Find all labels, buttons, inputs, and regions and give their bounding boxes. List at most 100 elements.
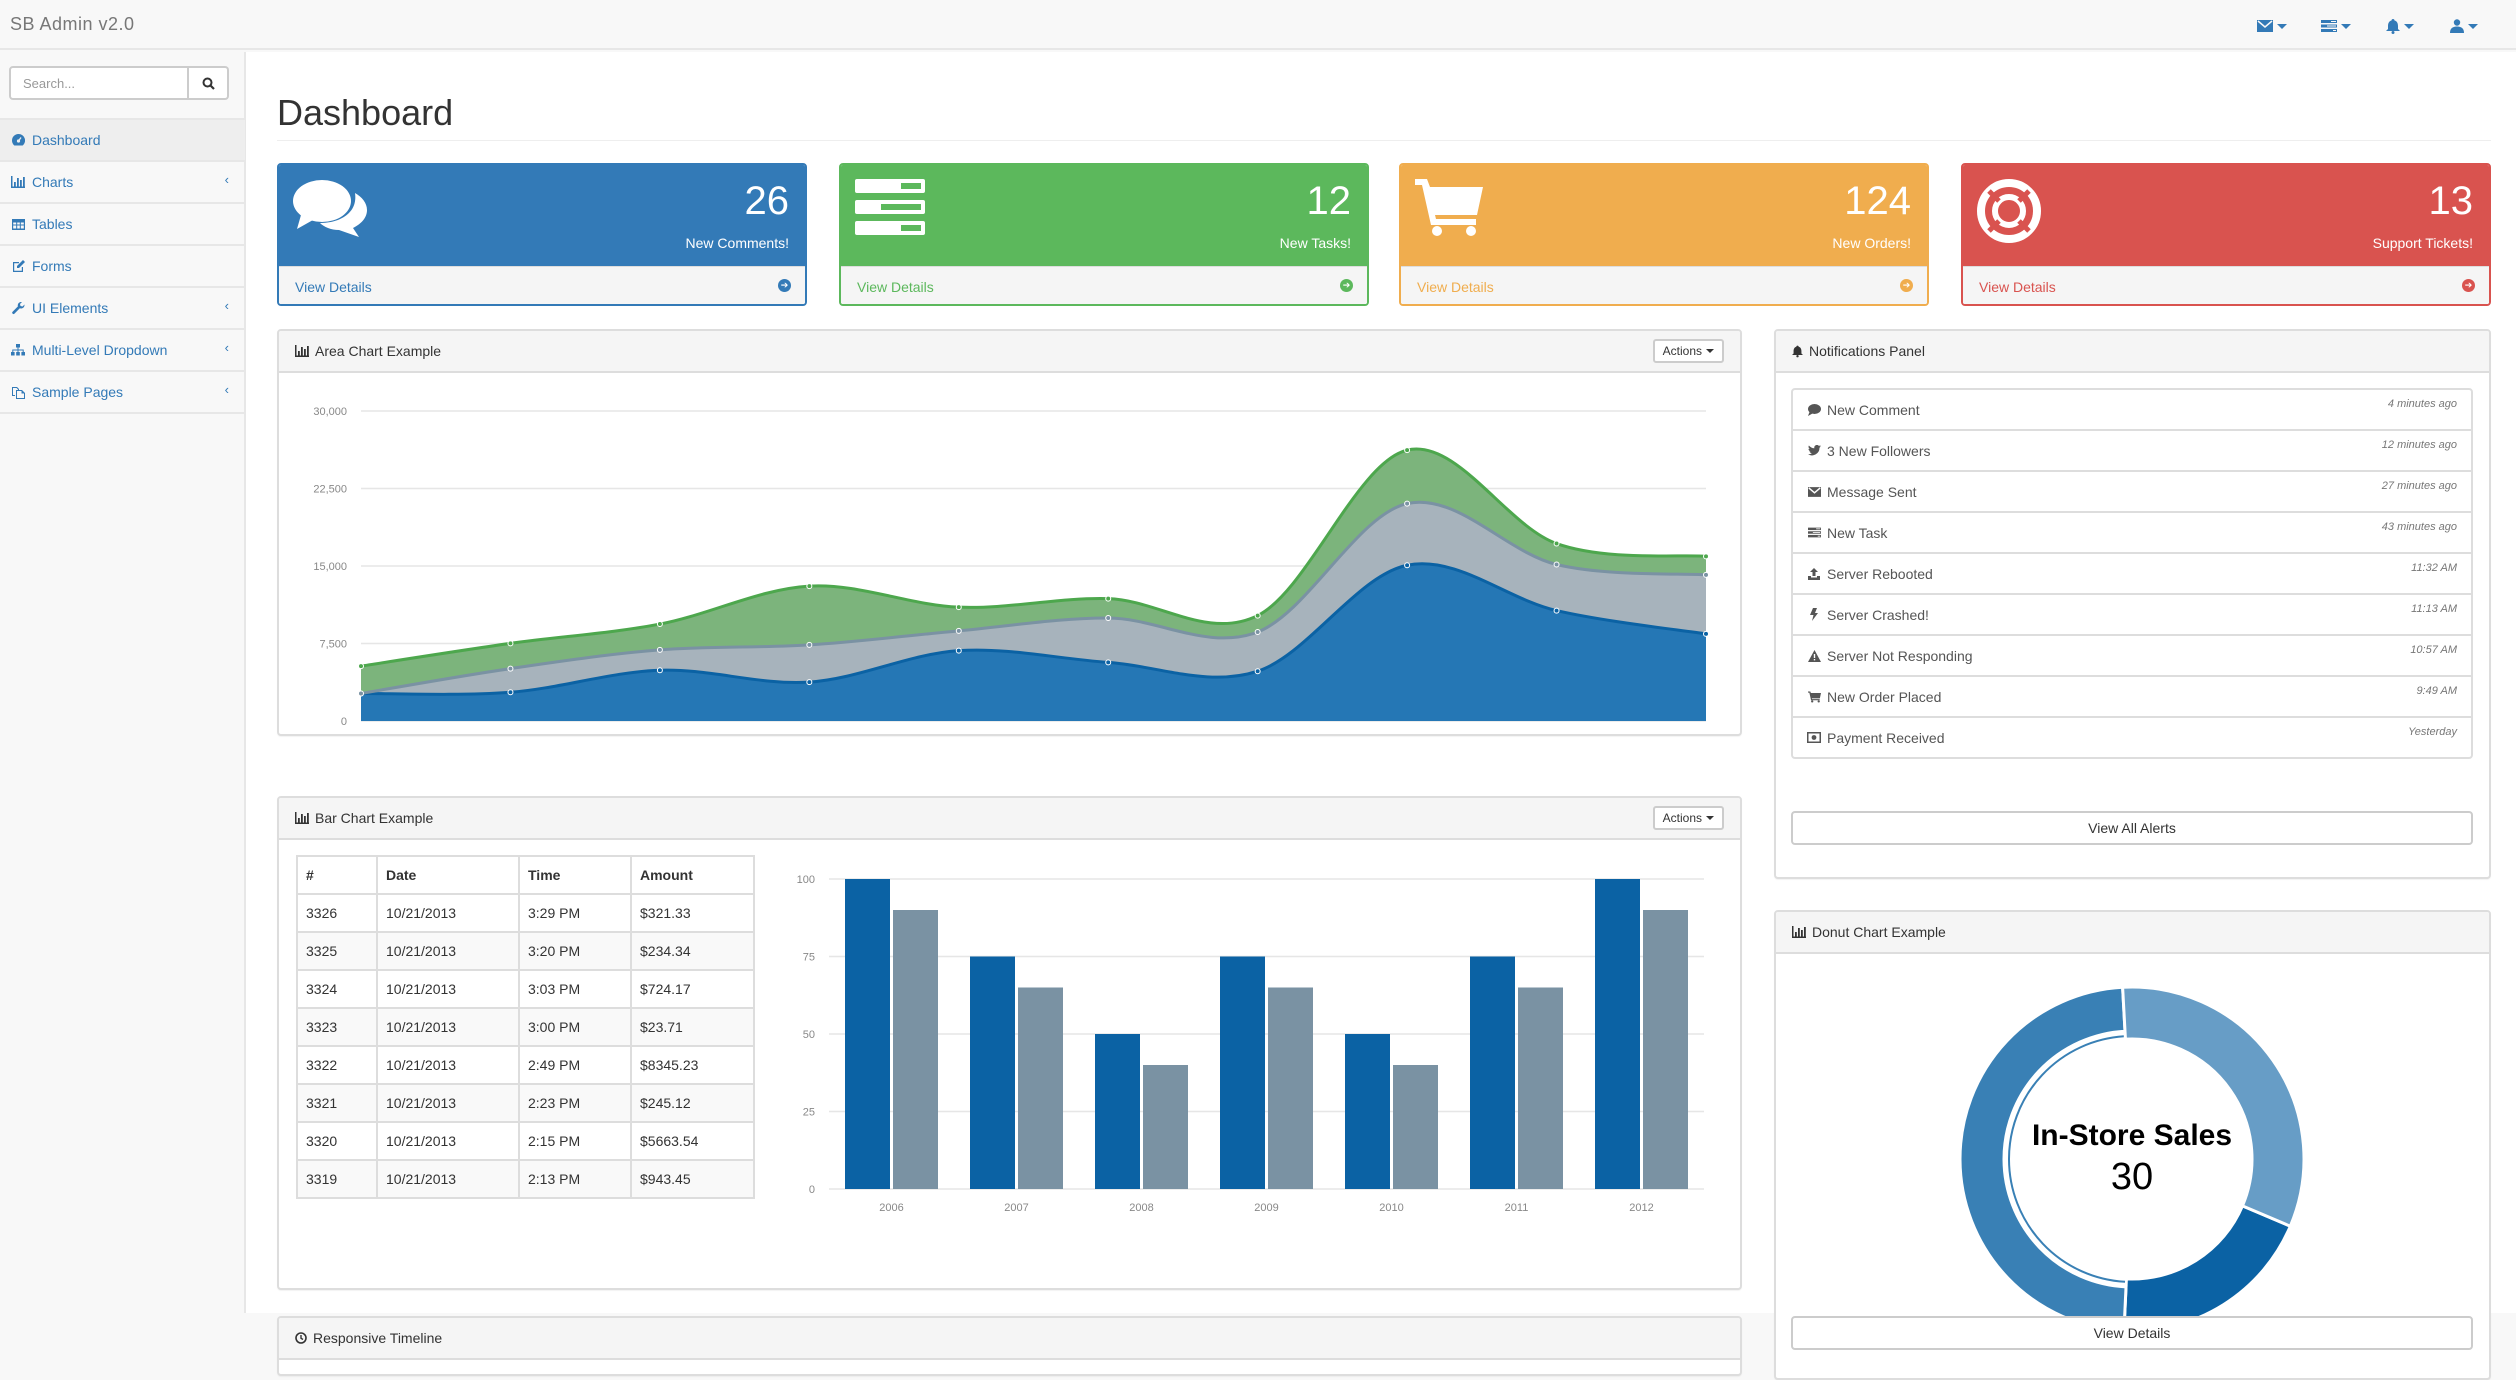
bar-2008-series-a[interactable] <box>1095 1034 1140 1189</box>
data-point[interactable] <box>806 641 813 648</box>
bar-2009-series-b[interactable] <box>1268 987 1313 1190</box>
notification-item[interactable]: Server Rebooted 11:32 AM <box>1791 552 2473 595</box>
bar-2011-series-a[interactable] <box>1470 956 1515 1190</box>
view-details-link[interactable]: View Details ➔ <box>1963 266 2489 304</box>
data-point[interactable] <box>1404 500 1411 507</box>
data-point[interactable] <box>1553 561 1560 568</box>
data-point[interactable] <box>656 621 663 628</box>
messages-dropdown[interactable] <box>2240 12 2304 40</box>
view-details-link[interactable]: View Details ➔ <box>279 266 805 304</box>
table-cell: 3:00 PM <box>518 1007 632 1047</box>
sidebar-item-dashboard[interactable]: Dashboard <box>0 120 245 162</box>
actions-dropdown-button[interactable]: Actions <box>1652 339 1724 363</box>
bar-2012-series-a[interactable] <box>1595 879 1640 1189</box>
data-point[interactable] <box>955 604 962 611</box>
brand-logo[interactable]: SB Admin v2.0 <box>10 14 135 35</box>
bar-2008-series-b[interactable] <box>1143 1065 1188 1189</box>
column-header: Time <box>518 855 632 895</box>
bar-2009-series-a[interactable] <box>1220 956 1265 1190</box>
area-chart: 07,50015,00022,50030,0002010-042010-0620… <box>313 406 1709 728</box>
user-dropdown[interactable] <box>2432 12 2496 40</box>
slice-download-sales[interactable] <box>2123 1203 2293 1316</box>
data-point[interactable] <box>1553 607 1560 614</box>
data-point[interactable] <box>1703 630 1709 637</box>
search-button[interactable] <box>189 66 229 100</box>
divider <box>277 140 2491 141</box>
bar-2007-series-a[interactable] <box>970 956 1015 1190</box>
sidebar-item-sample-pages[interactable]: Sample Pages ‹ <box>0 372 245 414</box>
notification-item[interactable]: Payment Received Yesterday <box>1791 716 2473 759</box>
sidebar-search <box>9 66 229 100</box>
shopping-cart-icon <box>1415 179 1483 242</box>
bar-2006-series-a[interactable] <box>845 879 890 1189</box>
panel-title: Notifications Panel <box>1809 343 1925 359</box>
notification-item[interactable]: 3 New Followers 12 minutes ago <box>1791 429 2473 472</box>
data-point[interactable] <box>1254 628 1261 635</box>
column-header: Date <box>376 855 520 895</box>
data-point[interactable] <box>1404 562 1411 569</box>
chevron-left-icon[interactable]: ‹ <box>225 340 229 355</box>
alerts-dropdown[interactable] <box>2368 12 2432 40</box>
panel-heading: Donut Chart Example <box>1776 912 2489 954</box>
data-point[interactable] <box>955 647 962 654</box>
sidebar-item-ui-elements[interactable]: UI Elements ‹ <box>0 288 245 330</box>
caret-down-icon <box>2468 23 2478 29</box>
view-details-link[interactable]: View Details ➔ <box>1401 266 1927 304</box>
bar-2010-series-b[interactable] <box>1393 1065 1438 1189</box>
stat-count: 124 <box>1844 179 1911 223</box>
data-point[interactable] <box>358 690 364 697</box>
view-all-alerts-button[interactable]: View All Alerts <box>1791 811 2473 845</box>
table-cell: 2:15 PM <box>518 1121 632 1161</box>
actions-dropdown-button[interactable]: Actions <box>1652 806 1724 830</box>
data-point[interactable] <box>1254 612 1261 619</box>
data-point[interactable] <box>1553 540 1560 547</box>
data-point[interactable] <box>1254 668 1261 675</box>
data-point[interactable] <box>1404 447 1411 454</box>
data-point[interactable] <box>507 640 514 647</box>
data-point[interactable] <box>1105 615 1112 622</box>
arrow-circle-right-icon: ➔ <box>2462 279 2475 292</box>
data-point[interactable] <box>656 646 663 653</box>
view-details-link[interactable]: View Details ➔ <box>841 266 1367 304</box>
notification-item[interactable]: New Task 43 minutes ago <box>1791 511 2473 554</box>
table-cell: 10/21/2013 <box>376 1045 520 1085</box>
bar-2011-series-b[interactable] <box>1518 987 1563 1190</box>
bar-2010-series-a[interactable] <box>1345 1034 1390 1189</box>
data-point[interactable] <box>656 667 663 674</box>
sidebar-item-multi-level-dropdown[interactable]: Multi-Level Dropdown ‹ <box>0 330 245 372</box>
search-input[interactable] <box>9 66 189 100</box>
data-point[interactable] <box>1703 571 1709 578</box>
y-tick-label: 100 <box>797 874 815 886</box>
bar-2007-series-b[interactable] <box>1018 987 1063 1190</box>
tasks-dropdown[interactable] <box>2304 12 2368 40</box>
sidebar-item-charts[interactable]: Charts ‹ <box>0 162 245 204</box>
view-details-label: View Details <box>295 278 372 295</box>
notification-time: Yesterday <box>2408 726 2457 738</box>
notification-item[interactable]: New Order Placed 9:49 AM <box>1791 675 2473 718</box>
chevron-left-icon[interactable]: ‹ <box>225 298 229 313</box>
bar-2012-series-b[interactable] <box>1643 910 1688 1189</box>
arrow-circle-right-icon: ➔ <box>1340 279 1353 292</box>
bar-2006-series-b[interactable] <box>893 910 938 1189</box>
table-cell: 3324 <box>296 969 378 1009</box>
tasks-icon <box>2321 20 2337 32</box>
data-point[interactable] <box>1703 553 1709 560</box>
notification-item[interactable]: Server Not Responding 10:57 AM <box>1791 634 2473 677</box>
data-point[interactable] <box>1105 595 1112 602</box>
notification-item[interactable]: Message Sent 27 minutes ago <box>1791 470 2473 513</box>
sidebar-item-forms[interactable]: Forms <box>0 246 245 288</box>
data-point[interactable] <box>1105 659 1112 666</box>
notification-item[interactable]: New Comment 4 minutes ago <box>1791 388 2473 431</box>
data-point[interactable] <box>806 679 813 686</box>
data-point[interactable] <box>507 665 514 672</box>
table-cell: 10/21/2013 <box>376 1083 520 1123</box>
chevron-left-icon[interactable]: ‹ <box>225 172 229 187</box>
data-point[interactable] <box>358 663 364 670</box>
data-point[interactable] <box>806 583 813 590</box>
sidebar-item-tables[interactable]: Tables <box>0 204 245 246</box>
data-point[interactable] <box>507 689 514 696</box>
data-point[interactable] <box>955 627 962 634</box>
donut-view-details-button[interactable]: View Details <box>1791 1316 2473 1350</box>
chevron-left-icon[interactable]: ‹ <box>225 382 229 397</box>
notification-item[interactable]: Server Crashed! 11:13 AM <box>1791 593 2473 636</box>
